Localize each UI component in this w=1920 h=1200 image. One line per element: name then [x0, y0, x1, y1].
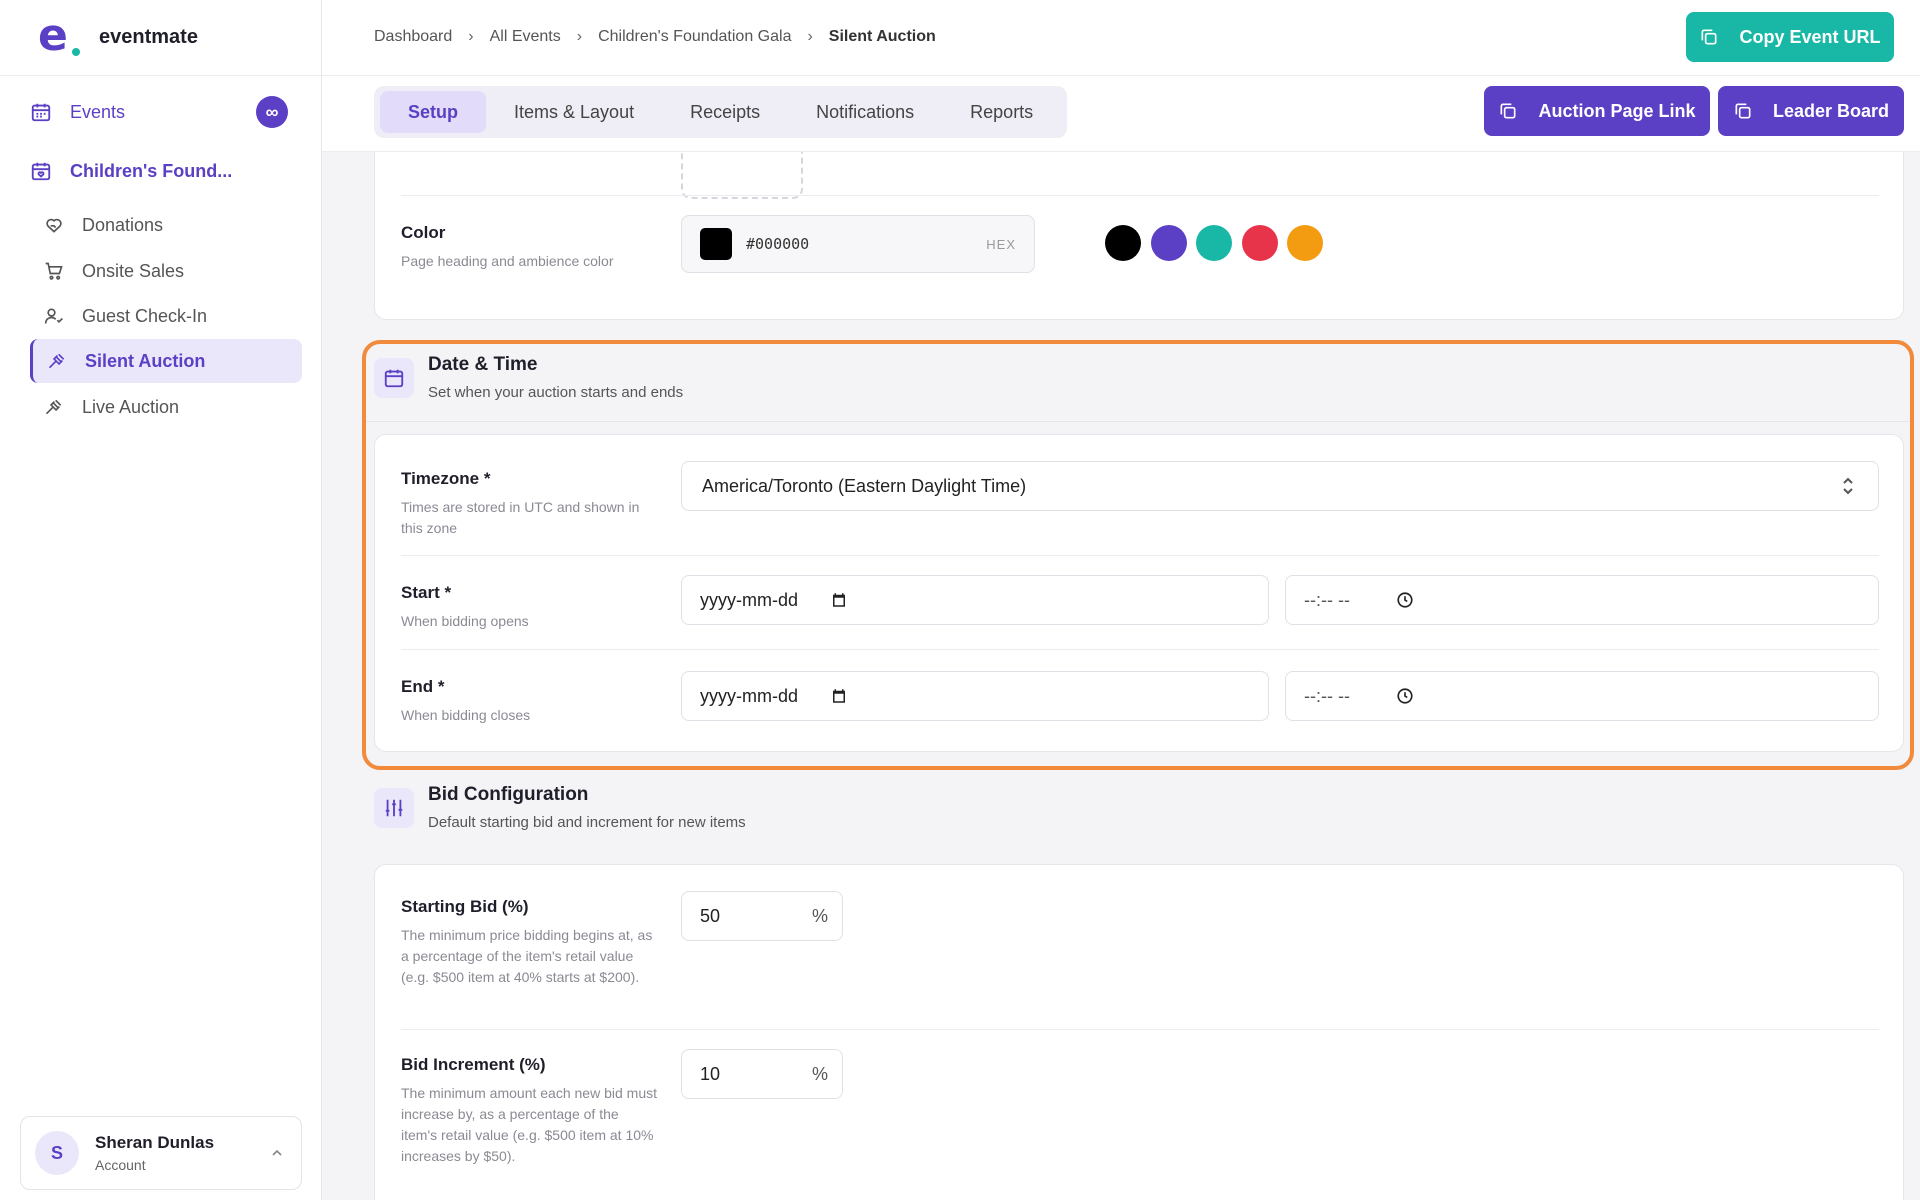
color-preset-teal[interactable] — [1196, 225, 1232, 261]
tab-reports[interactable]: Reports — [942, 91, 1061, 133]
breadcrumb: Dashboard › All Events › Children's Foun… — [374, 28, 936, 46]
top-bar: Dashboard › All Events › Children's Foun… — [322, 0, 1920, 76]
account-subtitle: Account — [95, 1157, 146, 1173]
copy-icon — [1500, 103, 1516, 119]
tab-receipts[interactable]: Receipts — [662, 91, 788, 133]
date-time-highlight — [362, 340, 1914, 770]
auction-page-link-button[interactable]: Auction Page Link — [1484, 86, 1710, 136]
starting-bid-label: Starting Bid (%) — [401, 897, 529, 916]
breadcrumb-all-events[interactable]: All Events — [490, 28, 561, 46]
tabs: Setup Items & Layout Receipts Notificati… — [374, 86, 1068, 138]
color-hint: Page heading and ambience color — [401, 253, 614, 269]
heart-hand-icon — [46, 218, 62, 233]
sidebar-event-label: Children's Found... — [70, 160, 233, 181]
bid-config-subtitle: Default starting bid and increment for n… — [428, 814, 746, 831]
sidebar-item-label: Guest Check-In — [82, 305, 208, 326]
color-hex-value: #000000 — [746, 235, 810, 253]
percent-suffix: % — [811, 905, 828, 926]
logo-dropzone[interactable] — [681, 152, 803, 199]
copy-icon — [1701, 29, 1717, 45]
leader-board-button[interactable]: Leader Board — [1718, 86, 1904, 136]
color-preset-orange[interactable] — [1287, 225, 1323, 261]
color-input[interactable]: #000000 HEX — [681, 215, 1035, 273]
hex-label: HEX — [986, 236, 1016, 252]
sidebar-item-label: Events — [70, 101, 126, 122]
sidebar-item-onsite-sales[interactable]: Onsite Sales — [30, 249, 302, 293]
sidebar: e eventmate Events ∞ Children's Found...… — [0, 0, 322, 1200]
starting-bid-input[interactable]: 50 % — [681, 891, 843, 941]
gavel-icon — [48, 353, 65, 369]
gavel-icon — [45, 399, 62, 415]
bid-increment-input[interactable]: 10 % — [681, 1049, 843, 1099]
chevron-right-icon: › — [576, 28, 583, 45]
sidebar-item-donations[interactable]: Donations — [30, 203, 302, 247]
breadcrumb-event[interactable]: Children's Foundation Gala — [598, 28, 791, 46]
bid-config-section-head: Bid Configuration Default starting bid a… — [374, 784, 746, 831]
appearance-card: Color Page heading and ambience color #0… — [374, 152, 1904, 320]
breadcrumb-current: Silent Auction — [828, 28, 936, 45]
sidebar-item-label: Onsite Sales — [82, 260, 185, 281]
calendar-heart-icon — [31, 162, 51, 181]
user-check-icon — [44, 308, 63, 324]
main-content: Color Page heading and ambience color #0… — [322, 152, 1920, 1200]
color-preset-black[interactable] — [1105, 225, 1141, 261]
chevron-up-icon — [272, 1149, 282, 1156]
cart-icon — [45, 262, 63, 280]
sidebar-item-guest-check-in[interactable]: Guest Check-In — [30, 294, 302, 338]
brand[interactable]: e eventmate — [0, 0, 321, 76]
breadcrumb-dashboard[interactable]: Dashboard — [374, 28, 452, 46]
chevron-right-icon: › — [807, 28, 813, 45]
divider — [401, 195, 1879, 196]
bid-config-title: Bid Configuration — [428, 784, 589, 805]
starting-bid-hint: The minimum price bidding begins at, as … — [401, 927, 653, 985]
divider — [401, 1029, 1879, 1030]
sliders-icon — [374, 788, 414, 828]
tab-setup[interactable]: Setup — [380, 91, 487, 133]
bid-increment-hint: The minimum amount each new bid must inc… — [401, 1085, 657, 1164]
sidebar-item-live-auction[interactable]: Live Auction — [30, 385, 302, 429]
brand-name: eventmate — [99, 26, 198, 48]
brand-logo-icon: e — [38, 13, 82, 58]
chevron-right-icon: › — [468, 28, 474, 45]
sidebar-item-label: Silent Auction — [85, 350, 206, 371]
bid-config-card: Starting Bid (%) The minimum price biddi… — [374, 864, 1904, 1200]
sidebar-event-name[interactable]: Children's Found... — [30, 160, 232, 182]
tab-notifications[interactable]: Notifications — [788, 91, 942, 133]
color-preset-red[interactable] — [1242, 225, 1278, 261]
unlimited-badge: ∞ — [256, 96, 288, 128]
sidebar-item-events[interactable]: Events ∞ — [30, 92, 290, 132]
tab-bar: Setup Items & Layout Receipts Notificati… — [322, 76, 1920, 152]
copy-event-url-button[interactable]: Copy Event URL — [1686, 12, 1894, 62]
color-swatch[interactable] — [700, 228, 732, 260]
color-preset-purple[interactable] — [1151, 225, 1187, 261]
account-name: Sheran Dunlas — [95, 1133, 215, 1152]
sidebar-item-label: Donations — [82, 214, 164, 235]
bid-increment-label: Bid Increment (%) — [401, 1055, 546, 1074]
brand-logo-dot — [72, 47, 80, 56]
calendar-icon — [31, 103, 51, 122]
percent-suffix: % — [811, 1063, 828, 1084]
color-label: Color — [401, 223, 446, 242]
tab-items-layout[interactable]: Items & Layout — [486, 91, 662, 133]
avatar: S — [35, 1131, 79, 1175]
sidebar-item-label: Live Auction — [82, 396, 180, 417]
copy-icon — [1735, 103, 1751, 119]
account-menu[interactable]: S Sheran Dunlas Account — [20, 1116, 302, 1190]
sidebar-item-silent-auction[interactable]: Silent Auction — [30, 339, 302, 383]
